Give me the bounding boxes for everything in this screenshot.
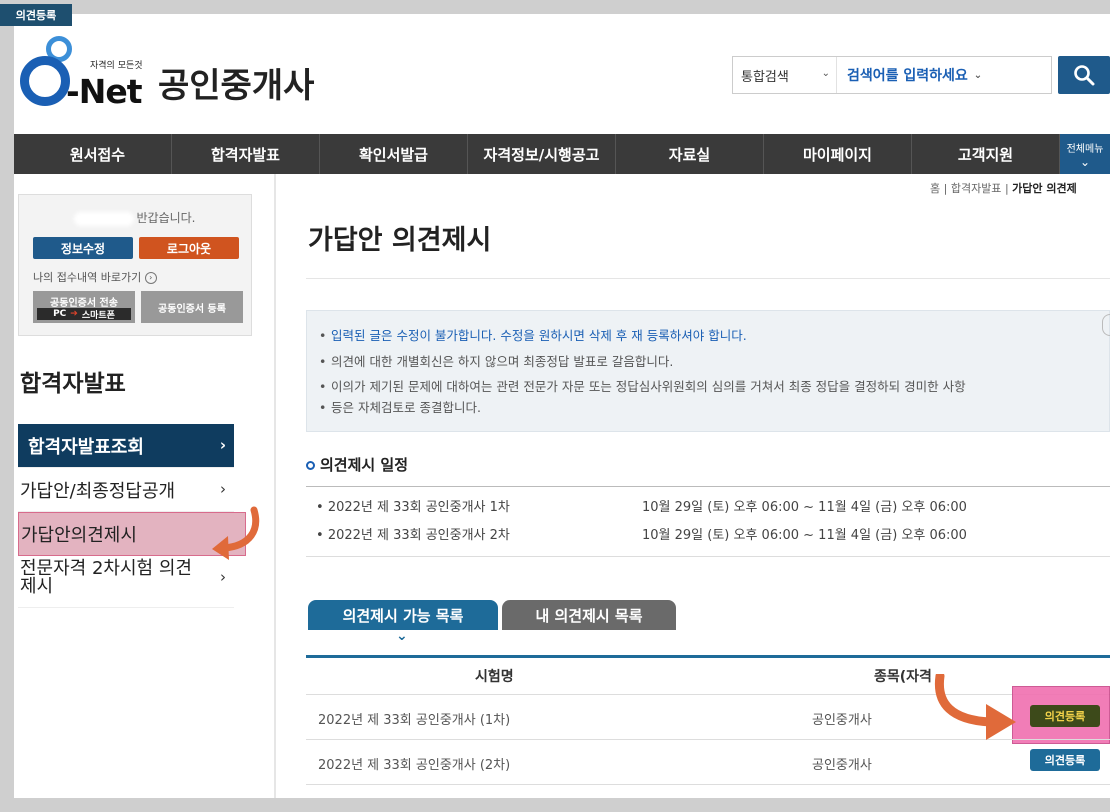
search-scope-select[interactable]: 통합검색 ⌄ — [733, 57, 837, 93]
logo-tagline: 자격의 모든것 — [90, 61, 143, 71]
notice-item: 의견에 대한 개별회신은 하지 않으며 최종정답 발표로 갈음합니다. — [319, 349, 1099, 375]
masked-username — [74, 211, 135, 226]
greeting: 반갑습니다. — [19, 209, 251, 226]
search-button[interactable] — [1058, 56, 1110, 94]
site-title: 공인중개사 — [158, 66, 315, 106]
sidebar-title: 합격자발표 — [20, 371, 126, 397]
breadcrumb-home[interactable]: 홈 — [930, 182, 940, 195]
table-cell-exam: 2022년 제 33회 공인중개사 (2차) — [318, 758, 511, 773]
breadcrumb-separator: | — [943, 182, 951, 195]
search-placeholder: 검색어를 입력하세요 — [847, 68, 968, 84]
table-cell-category: 공인중개사 — [812, 713, 872, 728]
notice-item: 이의가 제기된 문제에 대하여는 관련 전문가 자문 또는 정답심사위원회의 심… — [319, 375, 1099, 399]
notice-item: 입력된 글은 수정이 불가합니다. 수정을 원하시면 삭제 후 재 등록하셔야 … — [319, 323, 1099, 349]
smartphone-label: 스마트폰 — [81, 310, 115, 321]
scroll-handle[interactable] — [1102, 314, 1110, 336]
schedule-exam-text: 2022년 제 33회 공인중개사 1차 — [327, 500, 510, 515]
table-cell-exam: 2022년 제 33회 공인중개사 (1차) — [318, 713, 511, 728]
cert-register-button[interactable]: 공동인증서 등록 — [141, 291, 243, 323]
schedule-exam-text: 2022년 제 33회 공인중개사 2차 — [327, 528, 510, 543]
table-header-exam: 시험명 — [475, 669, 514, 685]
logo-text: -Net — [66, 72, 142, 111]
my-applications-link[interactable]: 나의 접수내역 바로가기 › — [33, 269, 157, 285]
logo-ring — [20, 56, 70, 106]
table-header-category: 종목(자격 — [874, 669, 932, 685]
schedule-period: 10월 29일 (토) 오후 06:00 ~ 11월 4일 (금) 오후 06:… — [642, 500, 967, 515]
sidebar-item-label: 가답안/최종정답공개 — [20, 480, 176, 502]
page: 자격의 모든것 -Net 공인중개사 통합검색 ⌄ 검색어를 입력하세요 ⌄ 원… — [14, 14, 1110, 798]
my-applications-label: 나의 접수내역 바로가기 — [33, 271, 142, 284]
nav-item-support[interactable]: 고객지원 — [912, 134, 1060, 174]
divider — [306, 486, 1110, 487]
sidebar-item-label: 전문자격 2차시험 의견제시 — [20, 558, 192, 597]
schedule-row: • 2022년 제 33회 공인중개사 2차 10월 29일 (토) 오후 06… — [316, 524, 967, 543]
search-input[interactable]: 검색어를 입력하세요 ⌄ — [837, 57, 1051, 93]
search-scope-label: 통합검색 — [741, 69, 789, 85]
table-cell-category: 공인중개사 — [812, 758, 872, 773]
chevron-down-icon: ⌄ — [821, 68, 830, 79]
all-menu-button[interactable]: 전체메뉴 ⌄ — [1060, 134, 1110, 174]
table-top-border — [306, 655, 1110, 658]
table-row-divider — [306, 784, 1110, 785]
nav-item-mypage[interactable]: 마이페이지 — [764, 134, 912, 174]
login-box: 반갑습니다. 정보수정 로그아웃 나의 접수내역 바로가기 › 공동인증서 전송… — [18, 194, 252, 336]
pc-label: PC — [53, 309, 67, 319]
nav-item-certificates[interactable]: 확인서발급 — [320, 134, 468, 174]
edit-info-button[interactable]: 정보수정 — [33, 237, 133, 259]
chevron-right-icon: › — [220, 568, 226, 586]
logout-button[interactable]: 로그아웃 — [139, 237, 239, 259]
breadcrumb-current: 가답안 의견제 — [1012, 182, 1077, 195]
sidebar-item-label: 가답안의견제시 — [21, 525, 137, 546]
schedule-exam: • 2022년 제 33회 공인중개사 2차 — [316, 528, 510, 543]
nav-item-qualification-info[interactable]: 자격정보/시행공고 — [468, 134, 616, 174]
annotation-arrow-right — [934, 674, 1016, 740]
breadcrumb: 홈 | 합격자발표 | 가답안 의견제 — [930, 180, 1077, 196]
divider — [306, 278, 1110, 279]
nav-item-resources[interactable]: 자료실 — [616, 134, 764, 174]
schedule-exam: • 2022년 제 33회 공인중개사 1차 — [316, 500, 510, 515]
arrow-right-icon: › — [144, 272, 157, 284]
search-icon — [1074, 65, 1095, 86]
divider — [306, 556, 1110, 557]
nav-item-results[interactable]: 합격자발표 — [172, 134, 320, 174]
all-menu-label: 전체메뉴 — [1066, 143, 1104, 155]
breadcrumb-parent[interactable]: 합격자발표 — [951, 182, 1002, 195]
cert-send-button[interactable]: 공동인증서 전송 PC ➔ 스마트폰 — [33, 291, 135, 323]
tab-available-list[interactable]: 의견제시 가능 목록 — [308, 600, 498, 630]
schedule-title: 의견제시 일정 — [306, 454, 408, 475]
schedule-title-text: 의견제시 일정 — [320, 456, 409, 474]
chevron-down-icon: ⌄ — [973, 69, 983, 81]
chevron-right-icon: › — [220, 480, 226, 498]
circle-bullet-icon — [306, 461, 315, 470]
qnet-logo[interactable]: 자격의 모든것 -Net — [20, 32, 150, 112]
sidebar-item-label: 합격자발표조회 — [28, 436, 144, 458]
schedule-period: 10월 29일 (토) 오후 06:00 ~ 11월 4일 (금) 오후 06:… — [642, 528, 967, 543]
chevron-down-icon: ⌄ — [396, 628, 408, 644]
notice-box: 입력된 글은 수정이 불가합니다. 수정을 원하시면 삭제 후 재 등록하셔야 … — [306, 310, 1110, 432]
corner-label: 의견등록 — [0, 4, 72, 26]
arrow-right-icon: ➔ — [70, 309, 78, 319]
cert-send-sub: PC ➔ 스마트폰 — [37, 308, 131, 321]
search-box: 통합검색 ⌄ 검색어를 입력하세요 ⌄ — [732, 56, 1052, 94]
notice-item-continued: 등은 자체검토로 종결합니다. — [319, 399, 1099, 417]
register-opinion-button-1[interactable]: 의견등록 — [1030, 705, 1100, 727]
register-opinion-button-2[interactable]: 의견등록 — [1030, 749, 1100, 771]
sidebar-divider — [274, 174, 276, 798]
page-title: 가답안 의견제시 — [308, 225, 492, 256]
greeting-text: 반갑습니다. — [136, 211, 196, 225]
sidebar-item-results-lookup[interactable]: 합격자발표조회 › — [18, 424, 234, 468]
sidebar-item-answers[interactable]: 가답안/최종정답공개 › — [18, 468, 234, 512]
schedule-row: • 2022년 제 33회 공인중개사 1차 10월 29일 (토) 오후 06… — [316, 496, 967, 515]
tab-my-opinions[interactable]: 내 의견제시 목록 — [502, 600, 676, 630]
sidebar-menu: 합격자발표조회 › 가답안/최종정답공개 › 가답안의견제시 전문자격 2차시험… — [18, 424, 246, 608]
tab-bar: 의견제시 가능 목록 내 의견제시 목록 — [308, 600, 688, 630]
sidebar-item-professional-opinion[interactable]: 전문자격 2차시험 의견제시 › — [18, 556, 234, 608]
chevron-right-icon: › — [219, 436, 226, 454]
chevron-down-icon: ⌄ — [1079, 154, 1091, 169]
nav-item-application[interactable]: 원서접수 — [24, 134, 172, 174]
annotation-arrow-left — [212, 506, 260, 560]
main-nav: 원서접수 합격자발표 확인서발급 자격정보/시행공고 자료실 마이페이지 고객지… — [14, 134, 1110, 174]
